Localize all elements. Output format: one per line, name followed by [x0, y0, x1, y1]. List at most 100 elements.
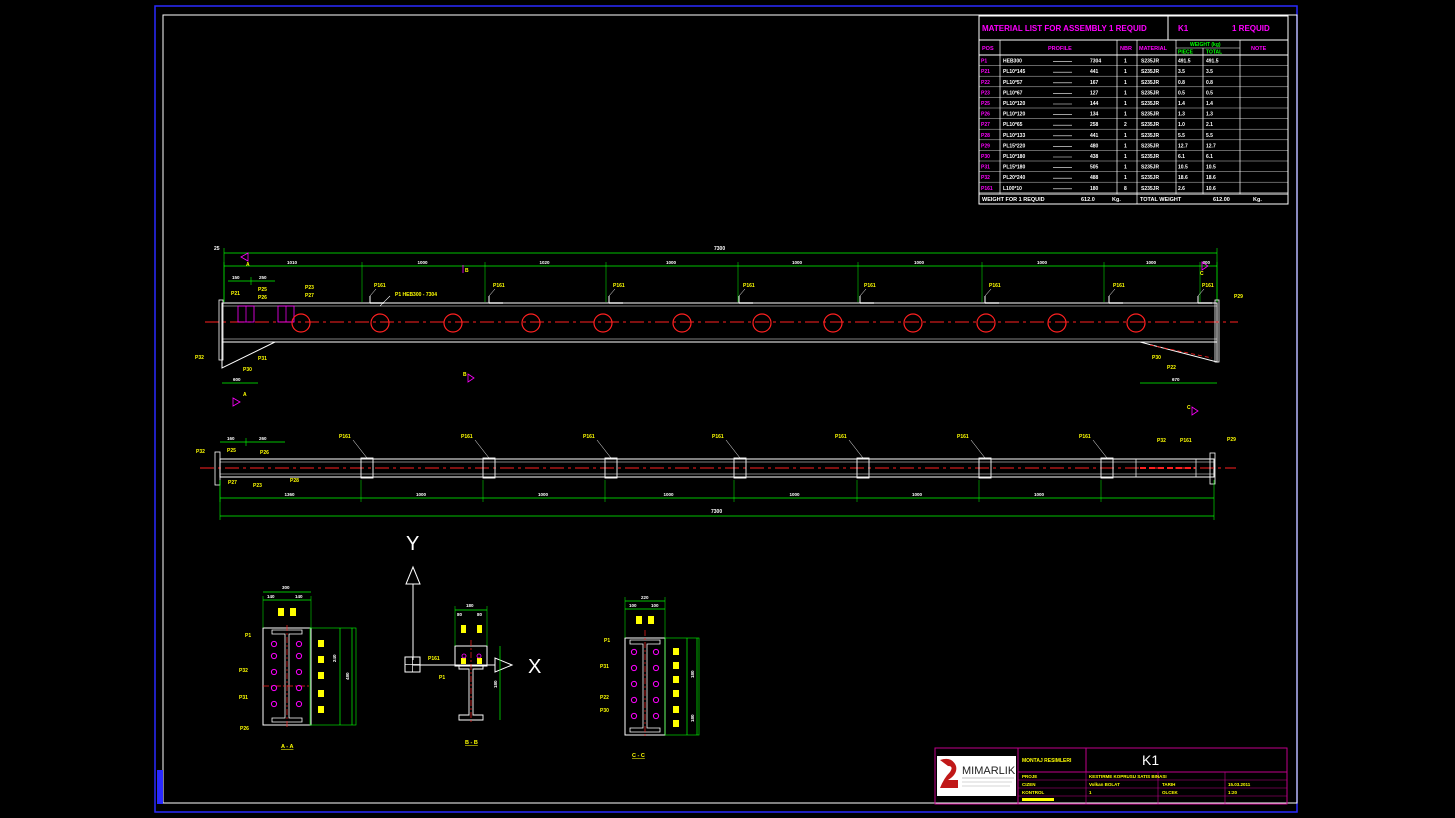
material-row-profile: PL10*145: [1003, 69, 1025, 75]
header-number: NBR: [1120, 46, 1132, 52]
section-b-b: 180 80 80 180 P161 P1 B - B: [428, 603, 501, 746]
section-a-sub-dim-2: 140: [295, 594, 303, 599]
section-c-label-p22: P22: [600, 695, 609, 701]
material-row-material: S235JR: [1141, 154, 1159, 160]
title-block-heading: MONTAJ RESIMLERI: [1022, 758, 1072, 764]
section-c-top-dim: 220: [641, 595, 649, 600]
material-row-piece-weight: 10.5: [1178, 165, 1188, 171]
material-row-number: 1: [1124, 90, 1127, 96]
plan-segment-dim: 1000: [912, 492, 923, 497]
material-row-profile: PL15*220: [1003, 143, 1025, 149]
material-list-required: 1 REQUID: [1232, 24, 1270, 33]
plan-segment-dim: 1360: [285, 492, 296, 497]
plan-cleat-leader: [848, 439, 864, 459]
section-a-weld-mark: [318, 656, 324, 663]
material-row-material: S235JR: [1141, 186, 1159, 192]
material-row-length: 480: [1090, 143, 1099, 149]
header-profile: PROFILE: [1048, 46, 1072, 52]
section-c-weld-mark: [673, 648, 679, 655]
elevation-hole: [593, 313, 613, 333]
material-row-material: S235JR: [1141, 101, 1159, 107]
section-c-bolt: [630, 664, 638, 672]
section-c-label-p1: P1: [604, 638, 610, 644]
section-mark-c-bottom: C: [1187, 405, 1191, 411]
plan-segment-dim: 1000: [538, 492, 549, 497]
material-row-length: 258: [1090, 122, 1099, 128]
plan-label-p28: P28: [290, 478, 299, 484]
section-b-side-dim: 180: [493, 680, 498, 688]
elevation-total-dim: 7300: [714, 246, 725, 252]
tb-value-proje: KESTIRME KOPRUSU SATIS BINASI: [1089, 774, 1167, 779]
material-row-total-weight: 0.5: [1206, 90, 1213, 96]
footer-weight-unit: Kg.: [1112, 197, 1121, 203]
material-row-profile: PL10*67: [1003, 90, 1023, 96]
section-b-title: B - B: [465, 740, 478, 746]
section-c-sub-dim-2: 100: [651, 603, 659, 608]
logo-name: MIMARLIK: [962, 765, 1016, 777]
elevation-view: 7300 25 1010 1000 1020 1000 1000 1000 1000 1000…: [195, 246, 1243, 416]
tb-label-proje: PROJE: [1022, 774, 1037, 779]
plan-cleat-leader: [1092, 439, 1108, 459]
material-row-total-weight: 0.8: [1206, 80, 1213, 86]
plan-view: P161 P161 P161 P161 P161 P161 P161 160 260 136…: [196, 434, 1236, 520]
section-b-top-dim: 180: [466, 603, 474, 608]
plan-cleat-label: P161: [461, 434, 473, 440]
section-c-weld-mark: [673, 676, 679, 683]
elevation-segment-dim: 1000: [1146, 260, 1157, 265]
section-c-title: C - C: [632, 753, 645, 759]
section-b-label-p161: P161: [428, 656, 440, 662]
material-row-total-weight: 2.1: [1206, 122, 1213, 128]
sheet-left-strip: [157, 770, 163, 804]
material-row-number: 1: [1124, 133, 1127, 139]
header-weight: WEIGHT (kg): [1190, 42, 1221, 48]
plan-angle-cleats: P161 P161 P161 P161 P161 P161 P161: [339, 434, 1114, 479]
plan-cleat-leader: [474, 439, 490, 459]
elevation-cleat-leader: [608, 288, 616, 297]
material-row-pos: P1: [981, 59, 987, 65]
elevation-hole: [752, 313, 772, 333]
elevation-segment-dim: 1000: [914, 260, 925, 265]
material-row-pos: P32: [981, 175, 990, 181]
elevation-cleat-label: P161: [1113, 283, 1125, 289]
label-p25: P25: [258, 287, 267, 293]
section-c-label-p30: P30: [600, 708, 609, 714]
elevation-hole: [291, 313, 311, 333]
elevation-segment-dim: 300: [1203, 260, 1211, 265]
elevation-hole: [443, 313, 463, 333]
footer-total-value: 612.00: [1213, 197, 1230, 203]
section-c-bolt: [652, 664, 660, 672]
material-row-length: 144: [1090, 101, 1099, 107]
label-p31: P31: [258, 356, 267, 362]
section-a-weld-mark: [318, 640, 324, 647]
material-row-number: 1: [1124, 175, 1127, 181]
section-c-label-p31: P31: [600, 664, 609, 670]
section-c-bolt: [630, 712, 638, 720]
material-row-piece-weight: 1.3: [1178, 112, 1185, 118]
section-a-a: 300 140 140 240 480 P1 P32 P31 P26 A - A: [239, 585, 357, 750]
material-row-material: S235JR: [1141, 143, 1159, 149]
section-a-label-p1: P1: [245, 633, 251, 639]
material-row-length: 488: [1090, 175, 1099, 181]
sheet-inner-frame: [162, 14, 1298, 804]
section-mark-a-bottom: A: [243, 392, 247, 398]
material-row-total-weight: 6.1: [1206, 154, 1213, 160]
section-mark-b-bottom: B: [463, 372, 467, 378]
section-c-weld-mark: [673, 690, 679, 697]
elevation-cleat-label: P161: [374, 283, 386, 289]
title-block-drawing-mark: K1: [1142, 752, 1159, 768]
material-row-piece-weight: 18.6: [1178, 175, 1188, 181]
material-row-piece-weight: 0.8: [1178, 80, 1185, 86]
footer-total-label: TOTAL WEIGHT: [1140, 197, 1182, 203]
y-axis-arrow: [405, 565, 421, 585]
section-c-weld-mark: [673, 720, 679, 727]
plan-segment-dim: 1000: [790, 492, 801, 497]
section-a-label-p32: P32: [239, 668, 248, 674]
plan-cleat-label: P161: [957, 434, 969, 440]
tb-label-cizen: CIZEN: [1022, 782, 1036, 787]
material-row-profile: PL10*180: [1003, 154, 1025, 160]
label-p21: P21: [231, 291, 240, 297]
material-row-profile: PL10*120: [1003, 101, 1025, 107]
material-row-total-weight: 10.6: [1206, 186, 1216, 192]
axis-x-label: X: [528, 656, 541, 678]
material-row-pos: P23: [981, 90, 990, 96]
